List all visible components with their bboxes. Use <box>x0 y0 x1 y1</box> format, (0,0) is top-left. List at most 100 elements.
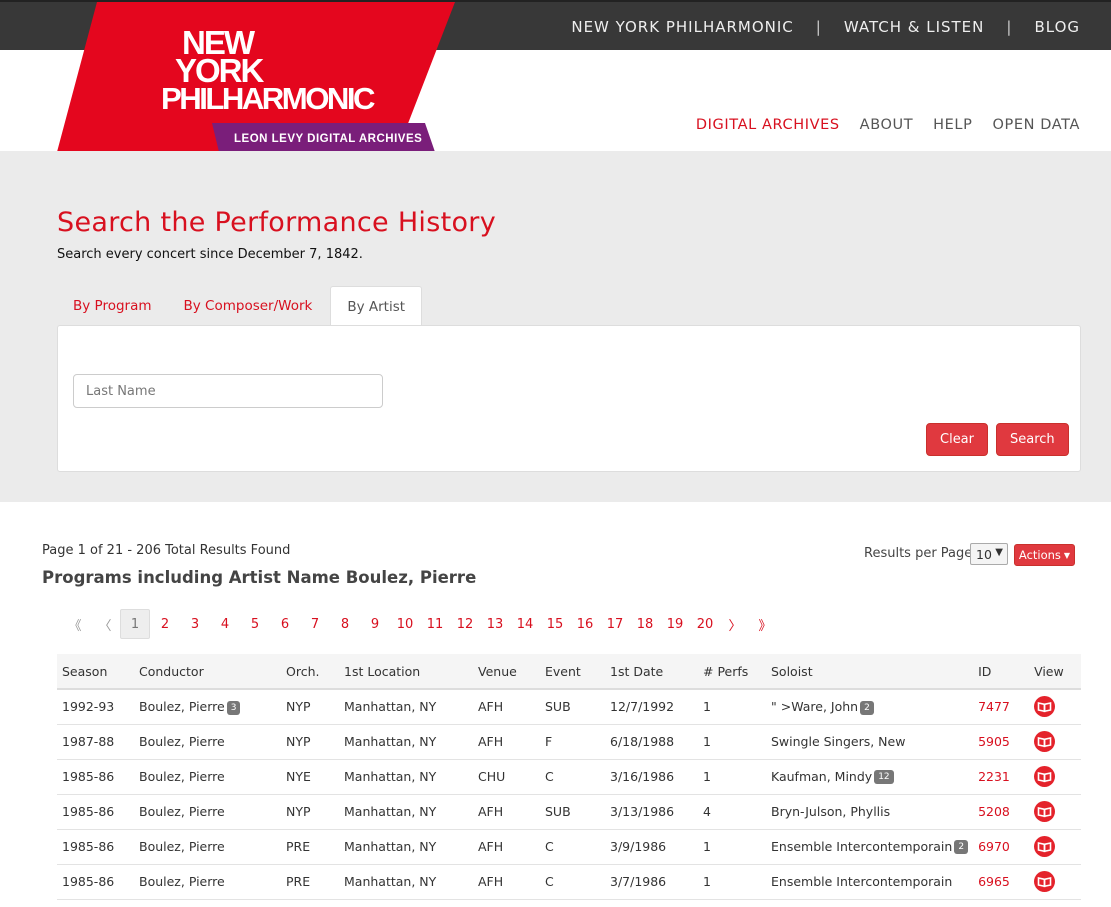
book-icon[interactable] <box>1034 836 1056 857</box>
col-perfs[interactable]: # Perfs <box>698 654 766 690</box>
results-per-page-value: 10 <box>976 546 992 562</box>
pagination-page[interactable]: 13 <box>480 609 510 639</box>
col-season[interactable]: Season <box>57 654 134 690</box>
pagination-page[interactable]: 12 <box>450 609 480 639</box>
cell-conductor: Boulez, Pierre <box>134 794 281 830</box>
orch-value: NYP <box>286 699 311 715</box>
cell-event: SUB <box>540 689 605 725</box>
pagination-page[interactable]: 9 <box>360 609 390 639</box>
soloist-value: Kaufman, Mindy <box>771 768 873 784</box>
cell-orch: PRE <box>281 864 339 900</box>
col-conductor[interactable]: Conductor <box>134 654 281 690</box>
nav-help[interactable]: HELP <box>933 117 972 133</box>
pagination-page[interactable]: 3 <box>180 609 210 639</box>
date-value: 3/16/1986 <box>610 769 675 784</box>
id-value[interactable]: 5208 <box>978 804 1010 819</box>
col-orch[interactable]: Orch. <box>281 654 339 690</box>
id-value[interactable]: 6965 <box>978 874 1010 889</box>
pagination-page[interactable]: 1 <box>120 609 150 639</box>
soloist-count-badge: 12 <box>874 770 894 785</box>
cell-orch: NYP <box>281 794 339 830</box>
col-1st-date[interactable]: 1st Date <box>605 654 698 690</box>
id-value[interactable]: 5905 <box>978 734 1010 749</box>
pagination-page[interactable]: 16 <box>570 609 600 639</box>
location-value: Manhattan, NY <box>344 734 437 749</box>
pagination-next[interactable]: 〉 <box>720 609 750 639</box>
cell-location: Manhattan, NY <box>339 794 473 830</box>
tab-by-composer-work[interactable]: By Composer/Work <box>168 286 329 326</box>
pagination-page[interactable]: 10 <box>390 609 420 639</box>
book-icon[interactable] <box>1034 871 1056 892</box>
nav-open-data[interactable]: OPEN DATA <box>992 117 1080 133</box>
cell-orch: NYP <box>281 724 339 760</box>
nyphil-logo[interactable]: NEW YORK PHILHARMONIC LEON LEVY DIGITAL … <box>57 2 457 152</box>
event-value: SUB <box>545 699 571 715</box>
conductor-value: Boulez, Pierre <box>139 734 225 749</box>
result-count: Page 1 of 21 - 206 Total Results Found <box>42 543 291 558</box>
id-value[interactable]: 6970 <box>978 839 1010 854</box>
nav-about[interactable]: ABOUT <box>860 117 914 133</box>
pagination-page[interactable]: 4 <box>210 609 240 639</box>
cell-soloist: " >Ware, John 2 <box>766 689 974 725</box>
pagination-page[interactable]: 14 <box>510 609 540 639</box>
perfs-value: 1 <box>703 874 711 889</box>
cell-location: Manhattan, NY <box>339 724 473 760</box>
season-value: 1985-86 <box>62 804 115 819</box>
date-value: 3/9/1986 <box>610 839 667 854</box>
col-soloist[interactable]: Soloist <box>766 654 974 690</box>
pagination-page[interactable]: 15 <box>540 609 570 639</box>
last-name-input[interactable] <box>73 374 383 408</box>
cell-venue: CHU <box>473 759 540 795</box>
cell-id: 2231 <box>973 759 1030 795</box>
id-value[interactable]: 7477 <box>978 699 1010 714</box>
page-subtitle: Search every concert since December 7, 1… <box>57 247 363 262</box>
book-icon[interactable] <box>1034 766 1056 787</box>
topnav-blog[interactable]: BLOG <box>1034 18 1080 36</box>
pagination-page[interactable]: 20 <box>690 609 720 639</box>
pagination-page[interactable]: 8 <box>330 609 360 639</box>
pagination-first[interactable]: 《 <box>60 609 90 639</box>
tab-by-artist[interactable]: By Artist <box>330 286 423 326</box>
table-row: 1987-88 Boulez, Pierre NYP Manhattan, NY AFH… <box>57 724 1081 760</box>
venue-value: AFH <box>478 874 504 889</box>
season-value: 1985-86 <box>62 839 115 854</box>
nav-digital-archives[interactable]: DIGITAL ARCHIVES <box>696 117 840 133</box>
cell-season: 1985-86 <box>57 794 134 830</box>
pagination-prev[interactable]: 〈 <box>90 609 120 639</box>
book-icon[interactable] <box>1034 731 1056 752</box>
clear-button[interactable]: Clear <box>926 423 988 456</box>
book-icon[interactable] <box>1034 801 1056 822</box>
book-glyph <box>1037 807 1052 818</box>
pagination-page[interactable]: 17 <box>600 609 630 639</box>
pagination-last[interactable]: 》 <box>750 609 780 639</box>
results-table-body: 1992-93 Boulez, Pierre 3 NYP Manhattan, NY AF… <box>57 689 1081 900</box>
results-per-page-label: Results per Page <box>864 546 973 561</box>
pagination-page[interactable]: 2 <box>150 609 180 639</box>
results-per-page-select[interactable]: 10 ▼ <box>970 543 1008 565</box>
col-id[interactable]: ID <box>973 654 1030 690</box>
top-nav: NEW YORK PHILHARMONIC | WATCH & LISTEN |… <box>571 18 1080 36</box>
col-event[interactable]: Event <box>540 654 605 690</box>
id-value[interactable]: 2231 <box>978 769 1010 784</box>
actions-dropdown-button[interactable]: Actions ▼ <box>1014 544 1075 566</box>
pagination-page[interactable]: 19 <box>660 609 690 639</box>
pagination-page[interactable]: 5 <box>240 609 270 639</box>
col-1st-location[interactable]: 1st Location <box>339 654 473 690</box>
location-value: Manhattan, NY <box>344 699 437 715</box>
topnav-new-york-philharmonic[interactable]: NEW YORK PHILHARMONIC <box>571 18 793 36</box>
soloist-value: Bryn-Julson, Phyllis <box>771 804 891 819</box>
book-icon[interactable] <box>1034 696 1056 718</box>
soloist-value: Ensemble Intercontemporain <box>771 874 953 889</box>
logo-graphic: NEW YORK PHILHARMONIC LEON LEVY DIGITAL … <box>57 2 455 152</box>
search-button[interactable]: Search <box>996 423 1069 456</box>
cell-venue: AFH <box>473 689 540 725</box>
perfs-value: 1 <box>703 699 711 715</box>
col-venue[interactable]: Venue <box>473 654 540 690</box>
pagination-page[interactable]: 7 <box>300 609 330 639</box>
pagination-page[interactable]: 6 <box>270 609 300 639</box>
topnav-watch-listen[interactable]: WATCH & LISTEN <box>844 18 985 36</box>
tab-by-program[interactable]: By Program <box>57 286 168 326</box>
pagination-page[interactable]: 18 <box>630 609 660 639</box>
book-glyph <box>1037 877 1052 888</box>
pagination-page[interactable]: 11 <box>420 609 450 639</box>
